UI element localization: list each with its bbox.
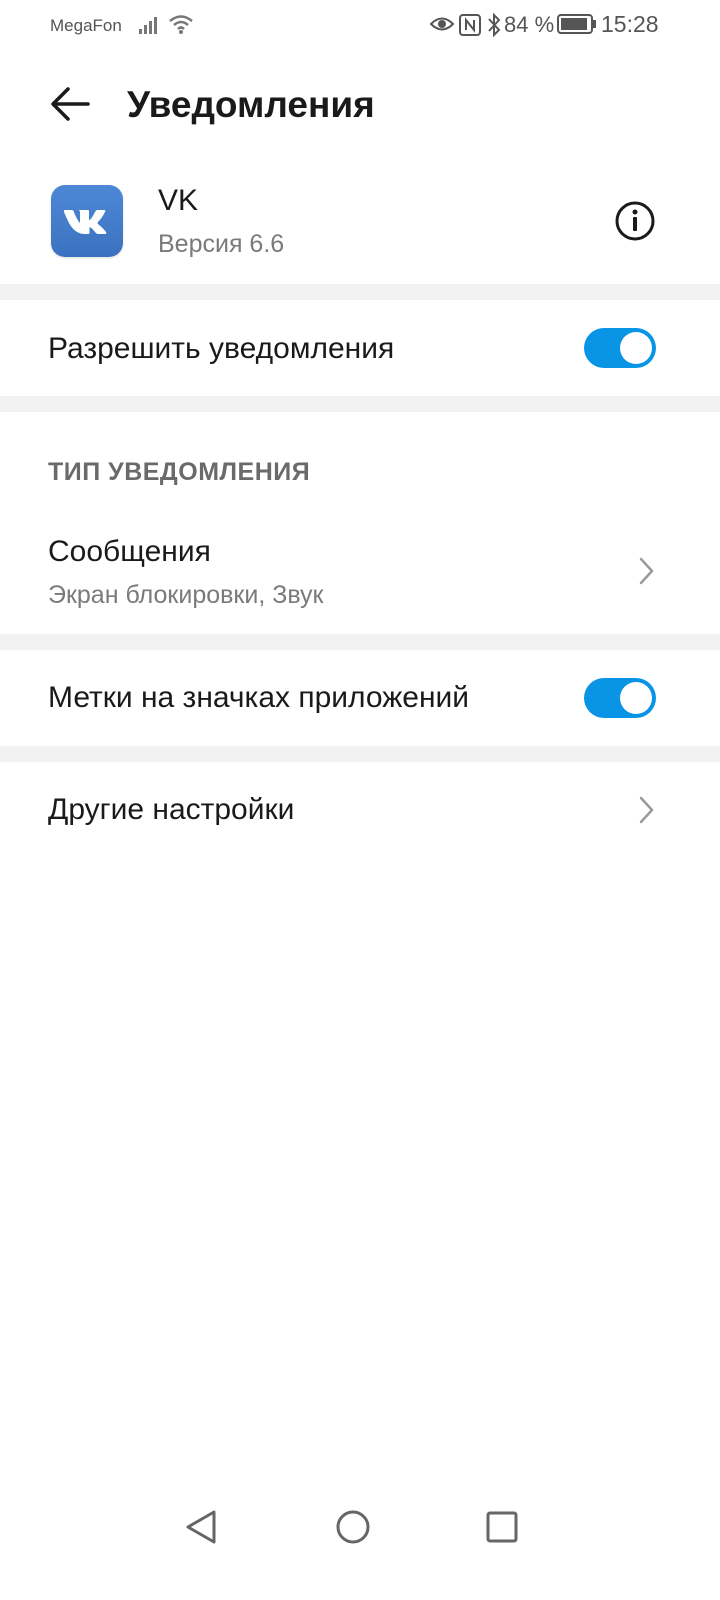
signal-icon (139, 17, 157, 34)
chevron-right-icon (639, 557, 654, 585)
wifi-icon (169, 15, 193, 34)
messages-label: Сообщения (48, 535, 211, 568)
section-divider (0, 284, 720, 300)
back-button[interactable] (44, 78, 96, 130)
battery-icon (557, 14, 596, 34)
nav-back-button[interactable] (180, 1505, 224, 1549)
vk-app-icon (51, 185, 123, 257)
back-triangle-icon (186, 1510, 216, 1544)
nfc-icon (459, 14, 481, 36)
home-circle-icon (336, 1510, 370, 1544)
clock: 15:28 (601, 11, 659, 37)
section-divider (0, 746, 720, 762)
section-divider (0, 396, 720, 412)
battery-percentage: 84 % (504, 12, 555, 37)
messages-row[interactable]: Сообщения Экран блокировки, Звук (0, 515, 720, 634)
app-badges-toggle[interactable] (584, 678, 656, 718)
notification-type-header: ТИП УВЕДОМЛЕНИЯ (48, 458, 311, 486)
recents-square-icon (486, 1511, 518, 1543)
chevron-right-icon (639, 796, 654, 824)
app-version: Версия 6.6 (158, 230, 285, 258)
eye-icon (430, 17, 454, 31)
bluetooth-icon (488, 12, 501, 38)
page-title: Уведомления (127, 84, 375, 125)
other-settings-label: Другие настройки (48, 793, 295, 826)
arrow-left-icon (51, 87, 90, 121)
allow-notifications-toggle[interactable] (584, 328, 656, 368)
nav-recents-button[interactable] (480, 1505, 524, 1549)
info-icon (615, 201, 655, 241)
app-name: VK (158, 184, 199, 217)
app-badges-row[interactable]: Метки на значках приложений (0, 650, 720, 746)
messages-subtitle: Экран блокировки, Звук (48, 581, 324, 609)
other-settings-row[interactable]: Другие настройки (0, 762, 720, 858)
status-bar: MegaFon 84 % 15:28 (0, 0, 720, 50)
allow-notifications-row[interactable]: Разрешить уведомления (0, 300, 720, 396)
toggle-knob (620, 332, 652, 364)
nav-home-button[interactable] (331, 1505, 375, 1549)
carrier-name: MegaFon (50, 16, 122, 35)
app-badges-label: Метки на значках приложений (48, 681, 470, 714)
app-info-button[interactable] (612, 198, 658, 244)
section-divider (0, 634, 720, 650)
toggle-knob (620, 682, 652, 714)
vk-logo-icon (63, 210, 107, 234)
allow-notifications-label: Разрешить уведомления (48, 332, 395, 365)
